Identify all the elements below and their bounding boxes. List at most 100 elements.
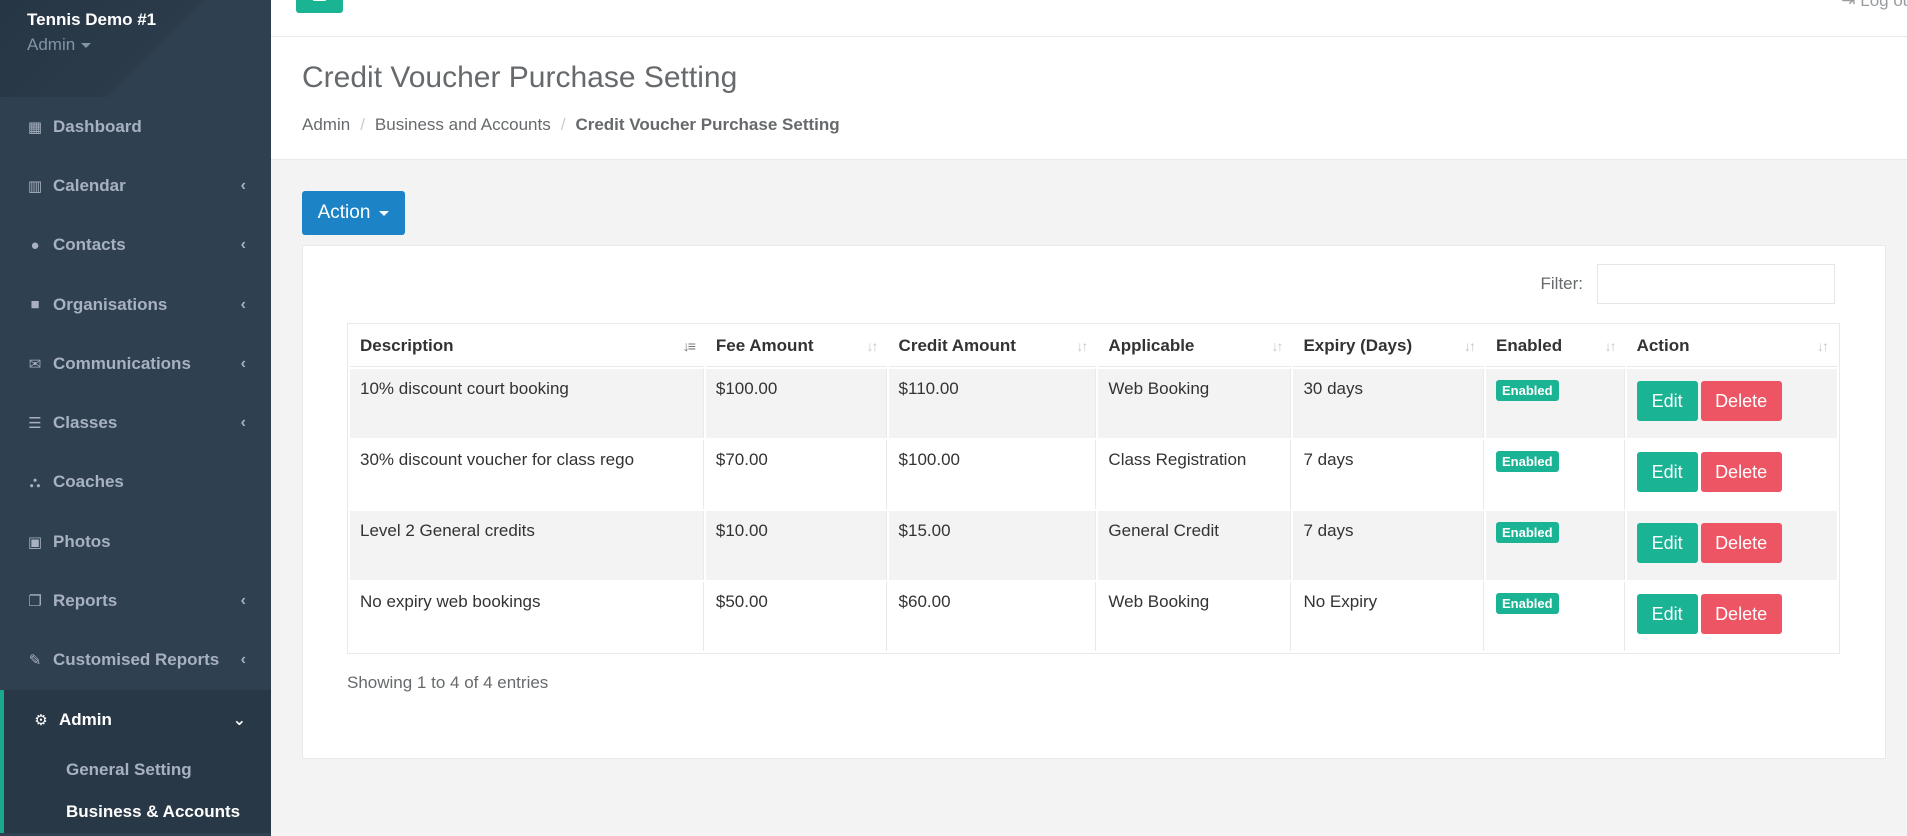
logout-label: Log out	[1860, 0, 1907, 10]
status-badge: Enabled	[1496, 522, 1559, 543]
column-header-fee-amount[interactable]: Fee Amount ↓↑	[705, 326, 887, 367]
column-header-expiry-days[interactable]: Expiry (Days) ↓↑	[1293, 326, 1484, 367]
action-button-label: Action	[317, 202, 371, 223]
profile-role-label: Admin	[27, 35, 76, 54]
sidebar-item-communications[interactable]: ✉ Communications ‹	[0, 334, 271, 393]
cell-expiry: 7 days	[1293, 511, 1484, 580]
breadcrumb-separator: /	[560, 115, 566, 134]
cell-action: Edit Delete	[1626, 582, 1837, 651]
sidebar-item-customised-reports[interactable]: ✎ Customised Reports ‹	[0, 631, 271, 690]
column-header-label: Credit Amount	[898, 336, 1016, 355]
sidebar-subitem-general-setting[interactable]: General Setting	[4, 749, 271, 791]
edit-button[interactable]: Edit	[1636, 594, 1698, 634]
delete-button[interactable]: Delete	[1700, 523, 1782, 563]
logout-link[interactable]: ⇥ Log out	[1841, 0, 1907, 11]
sidebar-item-label: Calendar	[53, 175, 126, 195]
cell-description: No expiry web bookings	[350, 582, 704, 651]
filter-label: Filter:	[1540, 274, 1584, 293]
cell-fee: $100.00	[705, 369, 887, 438]
page-title: Credit Voucher Purchase Setting	[302, 61, 738, 94]
column-header-label: Description	[360, 336, 454, 355]
list-icon: ☰	[28, 415, 42, 433]
sidebar-item-classes[interactable]: ☰ Classes ‹	[0, 393, 271, 452]
dashboard-icon: ▦	[27, 118, 43, 136]
edit-button[interactable]: Edit	[1636, 381, 1698, 421]
menu-toggle-button[interactable]	[296, 0, 343, 13]
chevron-left-icon: ‹	[240, 176, 246, 194]
cell-credit: $100.00	[888, 440, 1097, 509]
column-header-label: Applicable	[1108, 336, 1195, 355]
chevron-left-icon: ‹	[240, 651, 246, 669]
admin-submenu: General Setting Business & Accounts	[0, 749, 271, 834]
sort-icon: ↓↑	[1464, 338, 1476, 354]
breadcrumb-separator: /	[360, 115, 365, 134]
sidebar-item-organisations[interactable]: ■ Organisations ‹	[0, 275, 271, 334]
chevron-left-icon: ‹	[240, 592, 246, 610]
nav-list: ▦ Dashboard ▥ Calendar ‹ ● Contacts ‹ ■ Organisat…	[0, 97, 271, 690]
edit-button[interactable]: Edit	[1636, 452, 1698, 492]
profile-role-dropdown[interactable]: Admin	[27, 35, 244, 55]
sidebar-item-label: Contacts	[53, 235, 126, 255]
cell-credit: $110.00	[888, 369, 1097, 438]
column-header-label: Enabled	[1496, 336, 1563, 355]
column-header-description[interactable]: Description ↓≡	[350, 326, 704, 367]
sidebar: Tennis Demo #1 Admin ▦ Dashboard ▥ Calendar…	[0, 0, 271, 836]
caret-down-icon	[81, 42, 92, 48]
gear-icon: ⚙	[34, 711, 48, 729]
sort-icon: ↓↑	[1604, 338, 1617, 354]
sidebar-item-label: Dashboard	[53, 116, 142, 136]
table-header-row: Description ↓≡ Fee Amount ↓↑ Credit Amount ↓↑…	[350, 326, 1837, 367]
image-icon: ▣	[27, 533, 43, 551]
sort-asc-icon: ↓≡	[682, 338, 696, 354]
sidebar-item-calendar[interactable]: ▥ Calendar ‹	[0, 156, 271, 215]
sidebar-item-coaches[interactable]: ⛬ Coaches	[0, 453, 271, 512]
profile-block: Tennis Demo #1 Admin	[0, 0, 271, 97]
caret-down-icon	[379, 210, 390, 216]
briefcase-icon: ■	[30, 296, 40, 314]
sidebar-item-reports[interactable]: ❐ Reports ‹	[0, 571, 271, 630]
breadcrumb-admin[interactable]: Admin	[302, 115, 350, 135]
cell-expiry: No Expiry	[1293, 582, 1484, 651]
profile-name: Tennis Demo #1	[27, 10, 157, 29]
cell-description: Level 2 General credits	[350, 511, 704, 580]
sidebar-subitem-business-accounts[interactable]: Business & Accounts	[4, 791, 271, 833]
column-header-label: Fee Amount	[715, 336, 814, 355]
sidebar-item-photos[interactable]: ▣ Photos	[0, 512, 271, 571]
filter-input[interactable]	[1597, 264, 1835, 304]
chevron-left-icon: ‹	[240, 414, 246, 432]
delete-button[interactable]: Delete	[1700, 452, 1782, 492]
sidebar-item-dashboard[interactable]: ▦ Dashboard	[0, 97, 271, 156]
status-badge: Enabled	[1496, 593, 1559, 614]
top-navbar: ⇥ Log out	[271, 0, 1907, 37]
cell-action: Edit Delete	[1626, 369, 1837, 438]
cell-fee: $70.00	[705, 440, 887, 509]
breadcrumb-business-accounts[interactable]: Business and Accounts	[375, 115, 551, 135]
sidebar-item-label: Photos	[53, 531, 111, 551]
table-row: Level 2 General credits $10.00 $15.00 Gener…	[350, 511, 1837, 580]
column-header-enabled[interactable]: Enabled ↓↑	[1486, 326, 1625, 367]
user-icon: ●	[30, 236, 40, 254]
delete-button[interactable]: Delete	[1700, 381, 1782, 421]
sidebar-item-admin[interactable]: ⚙ Admin ⌄	[0, 689, 271, 750]
table-row: 30% discount voucher for class rego $70.0…	[350, 440, 1837, 509]
table-row: No expiry web bookings $50.00 $60.00 Web Bo…	[350, 582, 1837, 651]
sort-icon: ↓↑	[1817, 338, 1829, 354]
cell-enabled: Enabled	[1486, 582, 1625, 651]
edit-button[interactable]: Edit	[1636, 523, 1698, 563]
sidebar-item-label: Classes	[53, 413, 118, 433]
column-header-action[interactable]: Action ↓↑	[1626, 326, 1837, 367]
chevron-left-icon: ‹	[240, 354, 246, 372]
column-header-credit-amount[interactable]: Credit Amount ↓↑	[888, 326, 1097, 367]
sidebar-item-label: Communications	[53, 353, 191, 373]
cell-action: Edit Delete	[1626, 440, 1837, 509]
delete-button[interactable]: Delete	[1700, 594, 1782, 634]
sidebar-item-contacts[interactable]: ● Contacts ‹	[0, 216, 271, 275]
breadcrumb-current: Credit Voucher Purchase Setting	[575, 115, 840, 134]
sitemap-icon: ⛬	[29, 473, 41, 491]
column-header-applicable[interactable]: Applicable ↓↑	[1098, 326, 1292, 367]
action-dropdown-button[interactable]: Action	[302, 191, 405, 235]
table-info: Showing 1 to 4 of 4 entries	[347, 673, 549, 692]
calendar-icon: ▥	[27, 177, 43, 195]
filter-group: Filter:	[1540, 264, 1835, 304]
column-header-label: Expiry (Days)	[1303, 336, 1413, 355]
